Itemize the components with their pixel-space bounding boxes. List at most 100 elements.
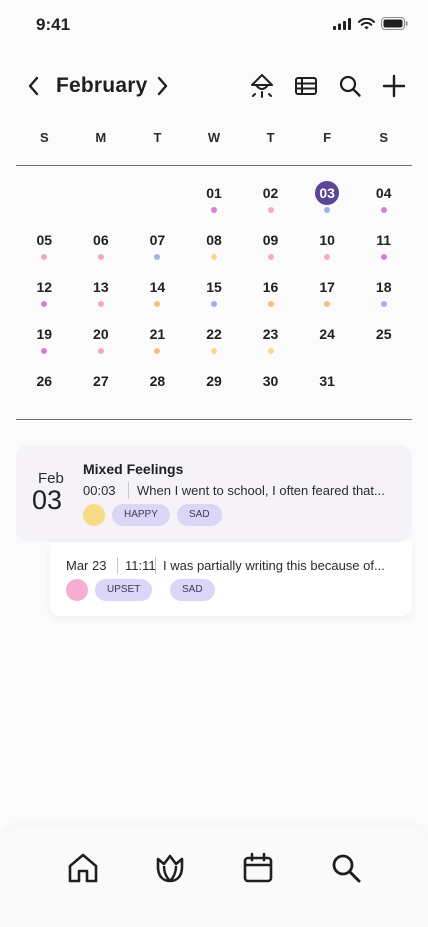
day-number: 17 (319, 279, 335, 295)
weekday-label: T (266, 130, 275, 145)
calendar-day[interactable]: 02 (242, 177, 299, 224)
weekday-label: S (39, 130, 49, 145)
calendar-grid: 01 02 03 04 05 06 07 08 09 10 11 12 13 14 15 16 17 18 19 20… (16, 177, 412, 412)
mood-indicator (66, 579, 88, 601)
separator (117, 557, 118, 574)
tag-chip[interactable]: HAPPY (112, 504, 170, 526)
list-view-button[interactable] (290, 70, 322, 102)
tab-home[interactable] (65, 850, 101, 886)
mood-dot (154, 348, 161, 354)
calendar-day[interactable]: 14 (129, 271, 186, 318)
mood-dot (210, 348, 217, 354)
next-month-button[interactable] (146, 70, 178, 102)
tab-calendar[interactable] (240, 850, 276, 886)
calendar-day[interactable]: 29 (186, 365, 243, 412)
calendar-day[interactable]: 24 (299, 318, 356, 365)
day-number: 31 (319, 373, 335, 389)
calendar-day[interactable]: 12 (16, 271, 73, 318)
weekday-label: F (323, 130, 332, 145)
day-number: 29 (206, 373, 222, 389)
calendar-day[interactable]: 13 (73, 271, 130, 318)
calendar-day[interactable]: 23 (242, 318, 299, 365)
calendar-day[interactable]: 10 (299, 224, 356, 271)
calendar-day[interactable]: 22 (186, 318, 243, 365)
diary-entry-card[interactable]: Feb 03 Mixed Feelings 00:03 When I went … (16, 445, 412, 542)
calendar-day[interactable]: 17 (299, 271, 356, 318)
chevron-right-icon (157, 76, 168, 96)
search-button[interactable] (334, 70, 366, 102)
calendar-day[interactable]: 08 (186, 224, 243, 271)
mood-dot (267, 301, 274, 307)
day-number: 20 (93, 326, 109, 342)
day-number: 06 (93, 232, 109, 248)
add-entry-button[interactable] (378, 70, 410, 102)
mood-dot (380, 254, 387, 260)
lotus-icon (156, 854, 184, 883)
mood-dot (324, 207, 331, 213)
weekday-label: T (153, 130, 162, 145)
related-entry-card[interactable]: Mar 23 11:11 I was partially writing thi… (50, 542, 412, 616)
entry-day: 03 (32, 485, 63, 515)
day-number: 11 (376, 232, 392, 248)
chevron-left-icon (28, 76, 39, 96)
previous-month-button[interactable] (18, 70, 50, 102)
calendar-day[interactable]: 26 (16, 365, 73, 412)
calendar-day[interactable]: 04 (355, 177, 412, 224)
battery-icon (381, 17, 408, 35)
calendar-day[interactable]: 28 (129, 365, 186, 412)
calendar-day[interactable]: 31 (299, 365, 356, 412)
calendar-day[interactable]: 07 (129, 224, 186, 271)
plus-icon (382, 74, 406, 98)
status-bar: 9:41 (0, 0, 428, 52)
entry-time: 00:03 (83, 483, 116, 498)
calendar-day[interactable]: 11 (355, 224, 412, 271)
day-number: 01 (206, 185, 222, 201)
tag-chip[interactable]: UPSET (95, 579, 153, 601)
calendar-day[interactable]: 20 (73, 318, 130, 365)
calendar-day[interactable]: 01 (186, 177, 243, 224)
calendar-icon (243, 852, 273, 883)
tab-moods[interactable] (152, 850, 188, 886)
wifi-icon (358, 17, 375, 35)
mood-dot (97, 301, 104, 307)
calendar-blank-cell (73, 177, 130, 224)
calendar-day[interactable]: 06 (73, 224, 130, 271)
calendar-day[interactable]: 25 (355, 318, 412, 365)
mood-filter-button[interactable] (246, 70, 278, 102)
home-icon (68, 853, 98, 883)
day-number: 19 (36, 326, 53, 342)
day-number: 09 (262, 232, 279, 248)
tab-search[interactable] (328, 850, 364, 886)
weekday-header: S M T W T F S (16, 130, 412, 150)
day-number: 12 (36, 279, 53, 295)
weekday-label: M (95, 130, 107, 145)
day-number: 14 (149, 279, 166, 295)
calendar-day[interactable]: 19 (16, 318, 73, 365)
mood-dot (267, 348, 274, 354)
day-number: 04 (375, 185, 392, 201)
calendar-day[interactable]: 30 (242, 365, 299, 412)
calendar-day[interactable]: 21 (129, 318, 186, 365)
search-icon (339, 75, 361, 97)
calendar-day[interactable]: 03 (299, 177, 356, 224)
separator (155, 557, 156, 574)
divider (16, 165, 412, 166)
day-number: 18 (375, 279, 392, 295)
calendar-day[interactable]: 27 (73, 365, 130, 412)
weekday-label: W (207, 130, 221, 145)
month-header: February (0, 66, 428, 106)
entry-title: Mixed Feelings (83, 461, 184, 477)
calendar-day[interactable]: 09 (242, 224, 299, 271)
bottom-tab-bar (0, 826, 428, 927)
tag-chip[interactable]: SAD (177, 504, 222, 526)
calendar-day[interactable]: 18 (355, 271, 412, 318)
calendar-day[interactable]: 16 (242, 271, 299, 318)
tag-chip[interactable]: SAD (170, 579, 215, 601)
calendar-day[interactable]: 15 (186, 271, 243, 318)
weekday-label: S (379, 130, 389, 145)
mood-dot (41, 301, 48, 307)
calendar-day[interactable]: 05 (16, 224, 73, 271)
mood-indicator (83, 504, 105, 526)
day-number: 24 (319, 326, 335, 342)
calendar-blank-cell (129, 177, 186, 224)
